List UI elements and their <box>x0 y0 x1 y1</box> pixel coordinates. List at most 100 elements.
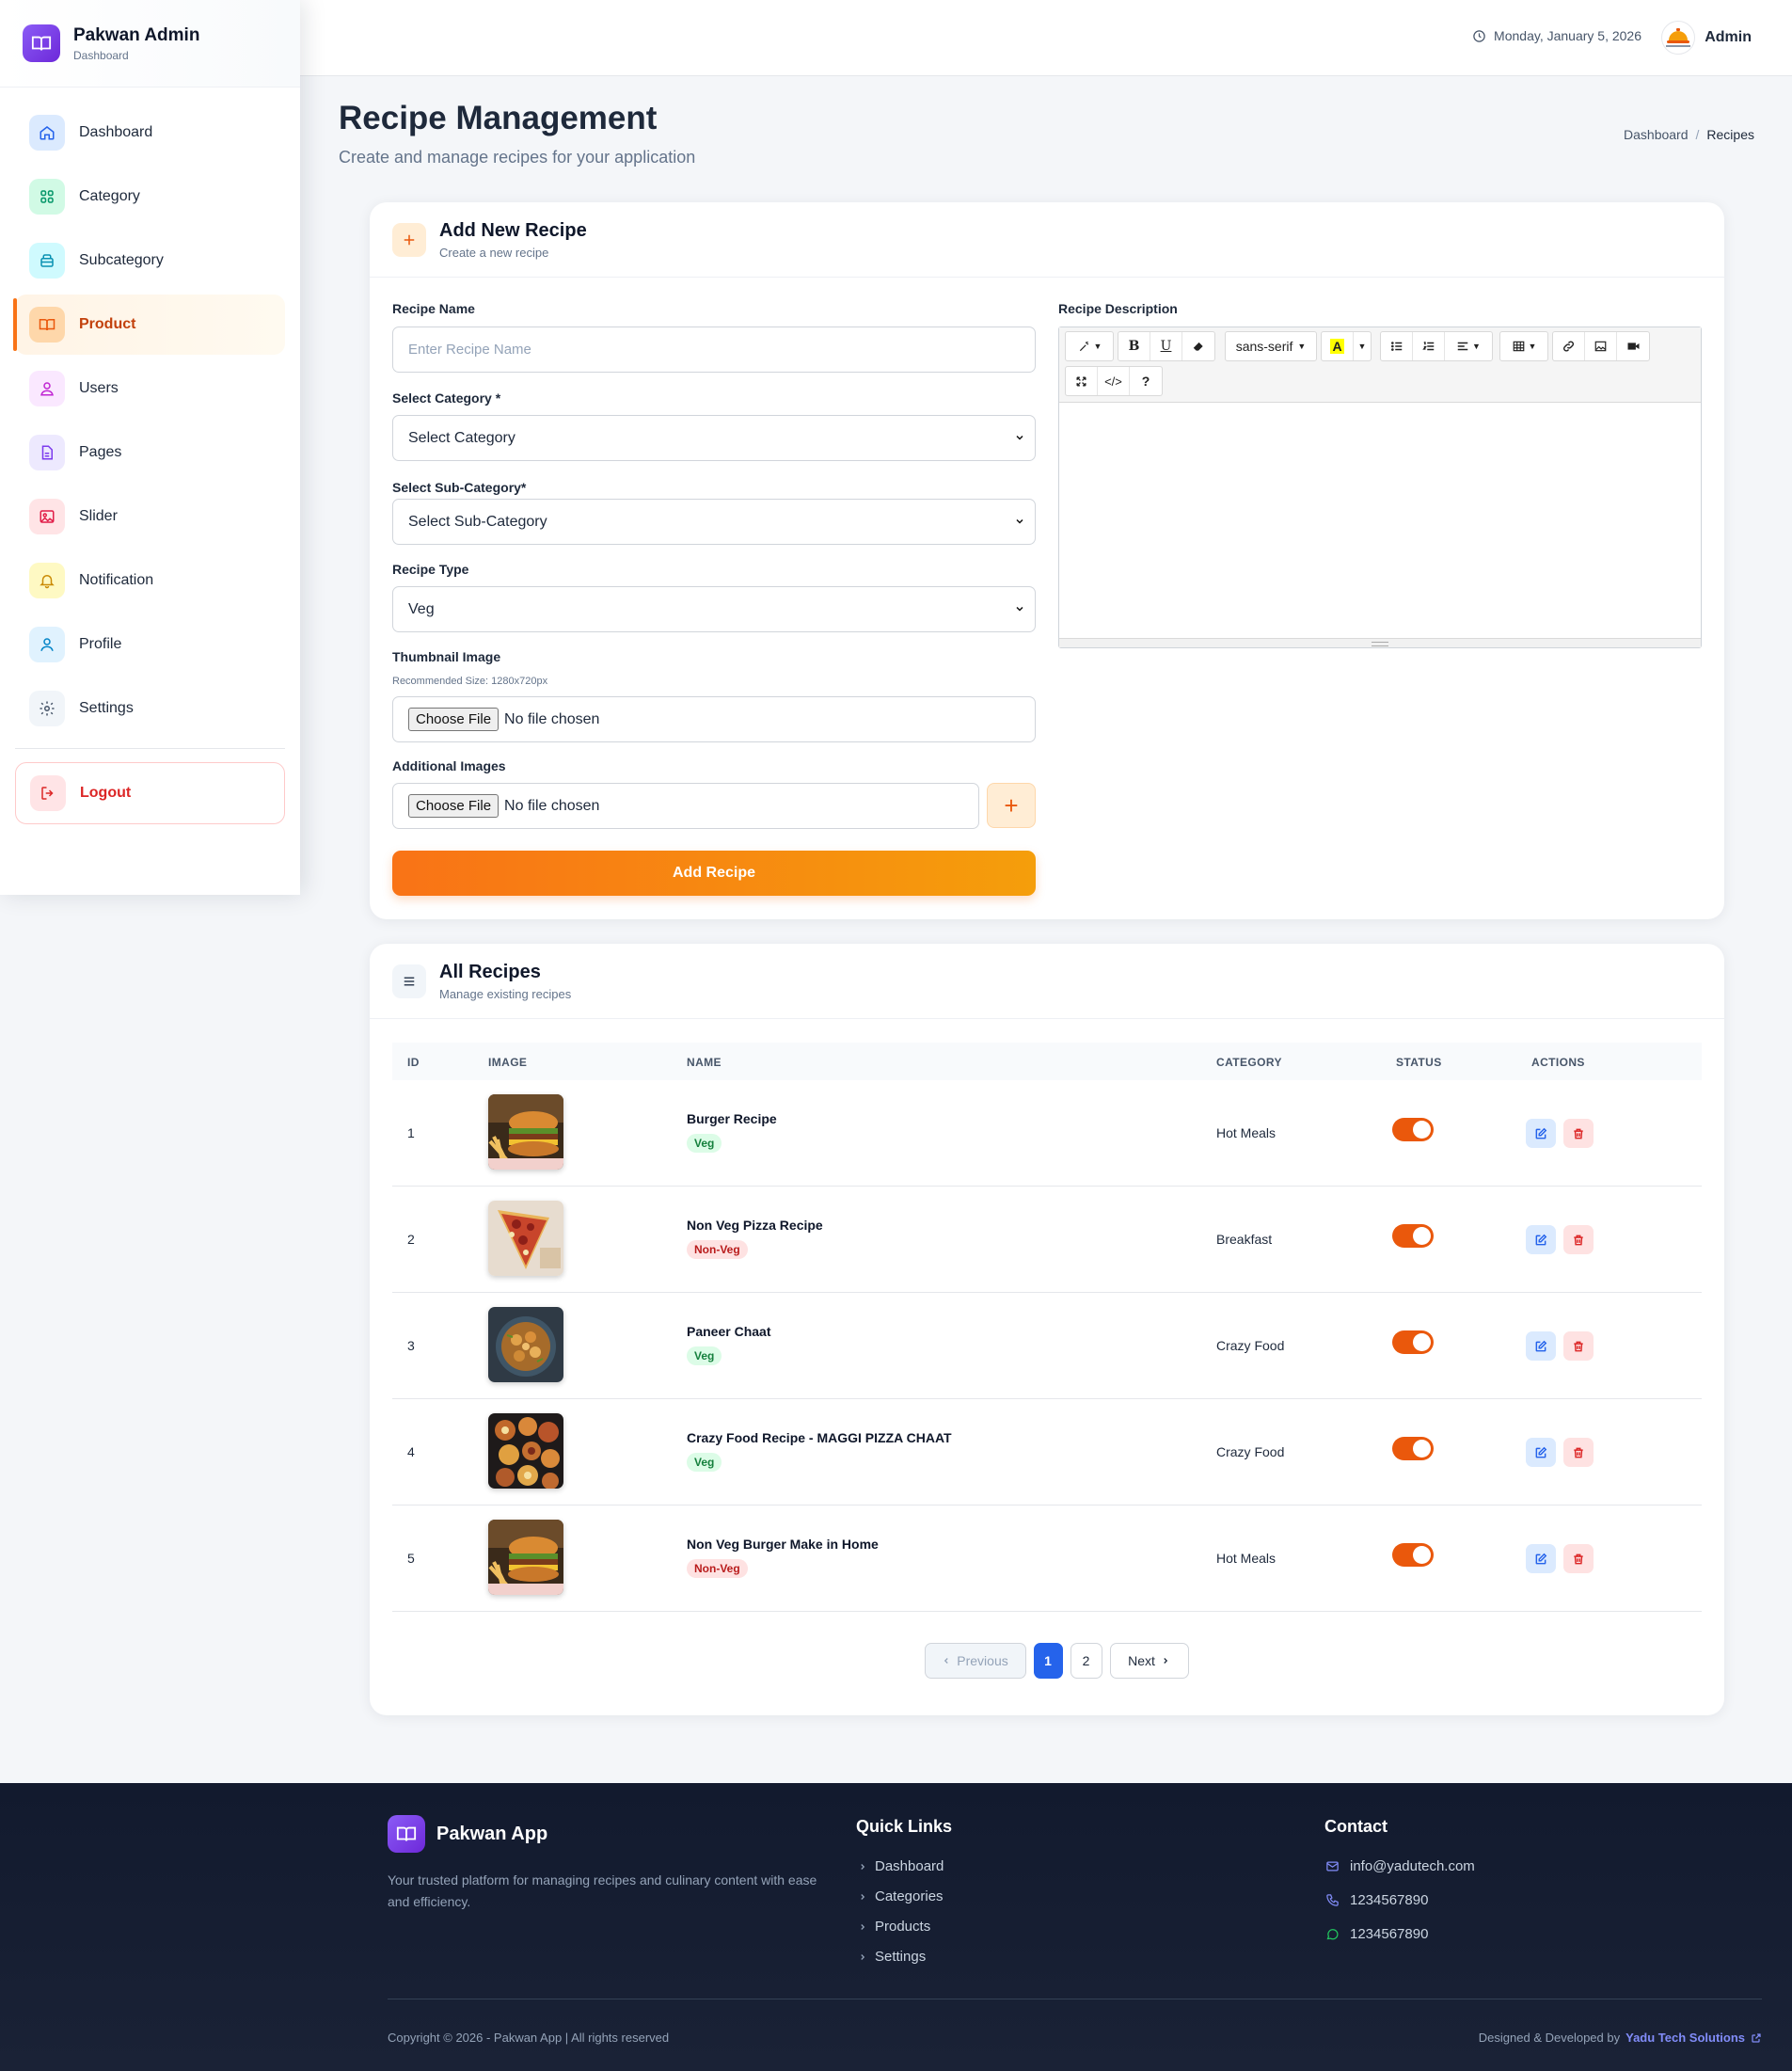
choose-file-button[interactable]: Choose File <box>408 708 500 731</box>
credit-company-link[interactable]: Yadu Tech Solutions <box>1625 2031 1745 2045</box>
numbered-list-icon[interactable] <box>1413 332 1445 360</box>
recipe-name: Paneer Chaat <box>687 1324 771 1339</box>
add-recipe-button[interactable]: Add Recipe <box>392 851 1036 896</box>
sidebar-item-dashboard[interactable]: Dashboard <box>15 103 285 163</box>
status-toggle[interactable] <box>1392 1437 1434 1460</box>
sidebar-item-category[interactable]: Category <box>15 167 285 227</box>
category-select[interactable]: Select Category <box>392 415 1036 461</box>
underline-button[interactable]: U <box>1150 332 1182 360</box>
previous-page-button[interactable]: Previous <box>924 1643 1026 1679</box>
contact-phone[interactable]: 1234567890 <box>1324 1892 1428 1908</box>
picture-icon[interactable] <box>1585 332 1617 360</box>
edit-button[interactable] <box>1526 1331 1556 1361</box>
all-recipes-title: All Recipes <box>439 961 541 982</box>
edit-button[interactable] <box>1526 1225 1556 1254</box>
sidebar-item-subcategory[interactable]: Subcategory <box>15 231 285 291</box>
credit-prefix: Designed & Developed by <box>1478 2031 1621 2045</box>
color-dropdown[interactable]: ▼ <box>1354 332 1371 360</box>
font-family-value: sans-serif <box>1235 339 1293 354</box>
editor-resize-handle[interactable] <box>1059 638 1701 647</box>
video-icon[interactable] <box>1617 332 1649 360</box>
layers-icon <box>29 243 65 279</box>
color-group: A ▼ <box>1321 331 1372 361</box>
sidebar-item-pages[interactable]: Pages <box>15 422 285 483</box>
help-button[interactable]: ? <box>1130 367 1162 395</box>
footer-app-name: Pakwan App <box>436 1823 548 1844</box>
table-icon[interactable]: ▼ <box>1500 332 1547 360</box>
editor-content-area[interactable] <box>1059 403 1701 638</box>
column-header: NAME <box>687 1056 722 1069</box>
recipe-name-input[interactable]: Enter Recipe Name <box>392 327 1036 373</box>
page-button-1[interactable]: 1 <box>1033 1643 1063 1679</box>
recipe-category: Hot Meals <box>1216 1125 1277 1140</box>
home-icon <box>29 115 65 151</box>
bullet-list-icon[interactable] <box>1381 332 1413 360</box>
recipe-id: 3 <box>407 1338 415 1353</box>
delete-button[interactable] <box>1563 1119 1594 1148</box>
sidebar-item-users[interactable]: Users <box>15 358 285 419</box>
delete-button[interactable] <box>1563 1331 1594 1361</box>
code-view-button[interactable]: </> <box>1098 367 1130 395</box>
table-header: ID IMAGE NAME CATEGORY STATUS ACTIONS <box>392 1043 1702 1080</box>
choose-file-button[interactable]: Choose File <box>408 794 500 818</box>
font-family-select[interactable]: sans-serif ▼ <box>1226 332 1316 360</box>
sidebar-item-slider[interactable]: Slider <box>15 486 285 547</box>
thumbnail-file-input[interactable]: Choose File No file chosen <box>392 696 1036 742</box>
next-page-button[interactable]: Next <box>1109 1643 1189 1679</box>
recipe-id: 4 <box>407 1444 415 1459</box>
next-label: Next <box>1128 1653 1155 1668</box>
sidebar-item-product[interactable]: Product <box>13 295 285 355</box>
clock-icon <box>1473 29 1485 42</box>
additional-images-input[interactable]: Choose File No file chosen <box>392 783 979 829</box>
sidebar-item-profile[interactable]: Profile <box>15 614 285 675</box>
recipe-image <box>488 1413 563 1489</box>
add-recipe-title: Add New Recipe <box>439 219 587 241</box>
magic-wand-icon[interactable]: ▼ <box>1066 332 1113 360</box>
delete-button[interactable] <box>1563 1438 1594 1467</box>
credit: Designed & Developed by Yadu Tech Soluti… <box>1479 2031 1762 2045</box>
footer-brand[interactable]: Pakwan App <box>388 1815 547 1853</box>
footer-link-products[interactable]: Products <box>858 1919 930 1935</box>
page-button-2[interactable]: 2 <box>1070 1643 1102 1679</box>
delete-button[interactable] <box>1563 1225 1594 1254</box>
status-toggle[interactable] <box>1392 1224 1434 1248</box>
contact-whatsapp[interactable]: 1234567890 <box>1324 1926 1428 1942</box>
status-toggle[interactable] <box>1392 1330 1434 1354</box>
edit-button[interactable] <box>1526 1119 1556 1148</box>
logout-button[interactable]: Logout <box>15 762 285 824</box>
status-toggle[interactable] <box>1392 1543 1434 1567</box>
subcategory-label: Select Sub-Category* <box>392 480 527 495</box>
sidebar-item-settings[interactable]: Settings <box>15 678 285 739</box>
footer-link-dashboard[interactable]: Dashboard <box>858 1858 944 1874</box>
align-icon[interactable]: ▼ <box>1445 332 1492 360</box>
recipe-type-select[interactable]: Veg <box>392 586 1036 632</box>
recipe-category: Crazy Food <box>1216 1444 1285 1459</box>
edit-icon <box>1535 1127 1547 1139</box>
chevron-down-icon <box>1016 435 1023 440</box>
breadcrumb-home[interactable]: Dashboard <box>1624 127 1689 142</box>
footer-link-categories[interactable]: Categories <box>858 1888 944 1904</box>
list-icon <box>392 964 426 998</box>
sidebar-item-label: Subcategory <box>79 252 164 268</box>
table-row: 5 Non Veg Burger Make in Home Non-Veg Ho… <box>392 1505 1702 1612</box>
eraser-icon[interactable] <box>1182 332 1214 360</box>
link-icon[interactable] <box>1553 332 1585 360</box>
add-recipe-header: Add New Recipe Create a new recipe <box>370 202 1724 278</box>
book-icon <box>29 307 65 343</box>
plus-icon: + <box>1004 790 1019 820</box>
status-toggle[interactable] <box>1392 1118 1434 1141</box>
bold-button[interactable]: B <box>1118 332 1150 360</box>
footer-link-settings[interactable]: Settings <box>858 1949 926 1965</box>
sidebar-item-notification[interactable]: Notification <box>15 550 285 611</box>
recipe-id: 2 <box>407 1232 415 1247</box>
add-image-button[interactable]: + <box>987 783 1036 828</box>
user-menu[interactable]: Admin <box>1661 21 1752 55</box>
subcategory-select[interactable]: Select Sub-Category <box>392 499 1036 545</box>
edit-button[interactable] <box>1526 1544 1556 1573</box>
text-color-button[interactable]: A <box>1322 332 1354 360</box>
fullscreen-icon[interactable] <box>1066 367 1098 395</box>
brand[interactable]: Pakwan Admin Dashboard <box>0 0 300 88</box>
edit-button[interactable] <box>1526 1438 1556 1467</box>
contact-email[interactable]: info@yadutech.com <box>1324 1858 1475 1874</box>
delete-button[interactable] <box>1563 1544 1594 1573</box>
